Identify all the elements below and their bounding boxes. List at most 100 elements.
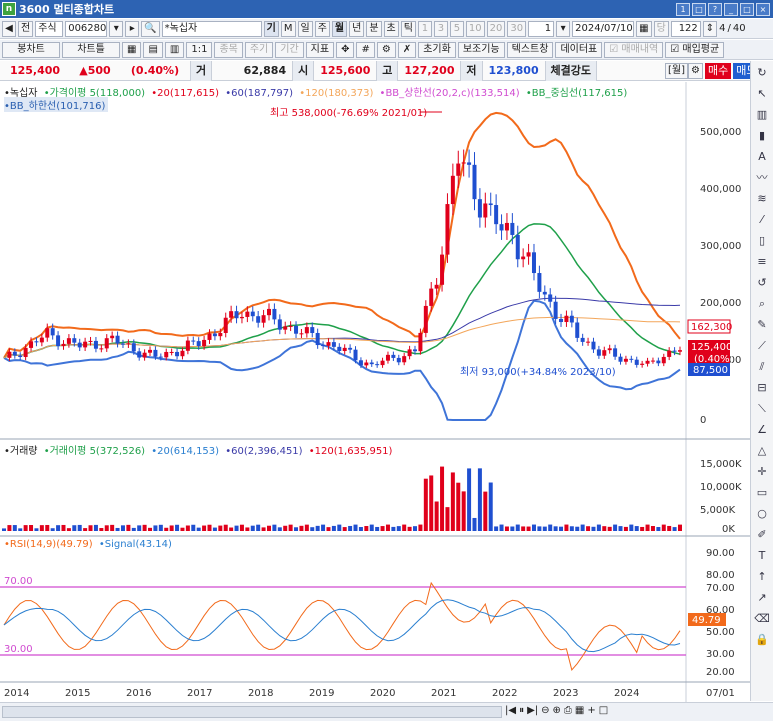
zoom-icon[interactable]: ⌕ bbox=[753, 294, 772, 313]
minimize-button[interactable]: _ bbox=[724, 2, 738, 16]
maximize-chart-icon[interactable]: □ bbox=[599, 705, 608, 716]
rotate-icon[interactable]: ↺ bbox=[753, 273, 772, 292]
interval-dropdown-icon[interactable]: ▾ bbox=[556, 20, 571, 37]
spin-icon[interactable]: ⇕ bbox=[702, 20, 718, 37]
prev-icon[interactable]: ◀ bbox=[2, 20, 16, 37]
next-page-icon[interactable]: ▶| bbox=[527, 705, 538, 716]
interval-1[interactable]: 1 bbox=[417, 20, 432, 37]
horizontal-line-icon[interactable]: ≡ bbox=[753, 252, 772, 271]
chart-area[interactable]: 500,000 400,000 300,000 200,000 100,000 … bbox=[0, 82, 750, 702]
range-button[interactable]: 기간 bbox=[275, 41, 304, 58]
line-icon[interactable]: ⁄ bbox=[753, 210, 772, 229]
interval-10[interactable]: 10 bbox=[465, 20, 485, 37]
period-week[interactable]: 주 bbox=[314, 20, 330, 37]
trend-icon[interactable]: 〰 bbox=[753, 168, 772, 187]
add-icon[interactable]: + bbox=[587, 705, 595, 716]
tab-all[interactable]: 전 bbox=[18, 20, 34, 37]
channel-icon[interactable]: ⫽ bbox=[753, 357, 772, 376]
rectangle-icon[interactable]: ▭ bbox=[753, 483, 772, 502]
refresh-icon[interactable]: ↻ bbox=[753, 63, 772, 82]
split-icon[interactable]: ▥ bbox=[164, 41, 185, 58]
period-minute[interactable]: 분 bbox=[366, 20, 382, 37]
table-icon[interactable]: ▤ bbox=[143, 41, 163, 58]
period-day[interactable]: 일 bbox=[297, 20, 313, 37]
buy-button[interactable]: 매수 bbox=[704, 62, 732, 79]
calendar-icon[interactable]: ▦ bbox=[636, 20, 652, 37]
first-page-icon[interactable]: |◀ bbox=[505, 705, 516, 716]
interval-20[interactable]: 20 bbox=[486, 20, 506, 37]
bar-chart-icon[interactable]: ▥ bbox=[753, 105, 772, 124]
text-window-button[interactable]: 텍스트창 bbox=[506, 41, 554, 58]
indicator-button[interactable]: 지표 bbox=[305, 41, 335, 58]
eraser-icon[interactable]: ⌫ bbox=[753, 609, 772, 628]
grid-icon[interactable]: ▦ bbox=[122, 41, 142, 58]
interval-input[interactable]: 1 bbox=[528, 20, 555, 37]
pause-icon[interactable]: ⏸ bbox=[519, 705, 524, 716]
one-to-one-icon[interactable]: 1:1 bbox=[186, 41, 213, 58]
horizontal-scrollbar[interactable] bbox=[2, 706, 502, 718]
help-icon[interactable]: ? bbox=[708, 2, 722, 16]
arrow-up-icon[interactable]: ↑ bbox=[753, 567, 772, 586]
period-year[interactable]: 년 bbox=[349, 20, 365, 37]
fibo-icon[interactable]: ⊟ bbox=[753, 378, 772, 397]
cursor-icon[interactable]: ↖ bbox=[753, 84, 772, 103]
angle-icon[interactable]: ∠ bbox=[753, 420, 772, 439]
market-select[interactable]: 주식 bbox=[35, 20, 64, 37]
interval-30[interactable]: 30 bbox=[507, 20, 527, 37]
name-field[interactable]: *녹십자 bbox=[161, 20, 262, 37]
item-button[interactable]: 종목 bbox=[214, 41, 243, 58]
date-input[interactable]: 2024/07/10 bbox=[572, 20, 635, 37]
triangle-icon[interactable]: △ bbox=[753, 441, 772, 460]
period-indicator[interactable]: [월] bbox=[664, 62, 688, 79]
code-input[interactable]: 006280 bbox=[65, 20, 108, 37]
interval-5[interactable]: 5 bbox=[449, 20, 464, 37]
fan-icon[interactable]: ⟋ bbox=[753, 336, 772, 355]
link-icon[interactable]: 1 bbox=[676, 2, 690, 16]
maximize-button[interactable]: □ bbox=[740, 2, 754, 16]
text-icon[interactable]: T bbox=[753, 546, 772, 565]
close-button[interactable]: × bbox=[756, 2, 770, 16]
cycle-button[interactable]: 주기 bbox=[244, 41, 274, 58]
search-icon[interactable]: 🔍 bbox=[141, 20, 160, 37]
arrow-diag-icon[interactable]: ↗ bbox=[753, 588, 772, 607]
today-button[interactable]: 당 bbox=[653, 20, 669, 37]
next-icon[interactable]: ▸ bbox=[125, 20, 140, 37]
lock-icon[interactable]: 🔒 bbox=[753, 630, 772, 649]
interval-3[interactable]: 3 bbox=[433, 20, 448, 37]
period-month[interactable]: 월 bbox=[331, 20, 348, 37]
candle-icon[interactable]: ▮ bbox=[753, 126, 772, 145]
pen-icon[interactable]: ✐ bbox=[753, 525, 772, 544]
diagonal-icon[interactable]: ⟍ bbox=[753, 399, 772, 418]
trade-history-checkbox[interactable]: ☑ 매매내역 bbox=[604, 41, 664, 58]
circle-icon[interactable]: ○ bbox=[753, 504, 772, 523]
btn-m[interactable]: M bbox=[280, 20, 296, 37]
count-input[interactable]: 122 bbox=[670, 20, 701, 37]
dropdown-icon[interactable]: ▾ bbox=[109, 20, 124, 37]
crosshair-icon[interactable]: # bbox=[356, 41, 375, 58]
spectrum-icon[interactable]: ▯ bbox=[753, 231, 772, 250]
print-icon[interactable]: ⎙ bbox=[564, 705, 572, 716]
candle-chart-button[interactable]: 봉차트 bbox=[2, 41, 60, 58]
candle-body bbox=[569, 315, 574, 323]
zoom-in-icon[interactable]: ⊕ bbox=[553, 705, 561, 716]
aux-function-button[interactable]: 보조기능 bbox=[457, 41, 505, 58]
delete-icon[interactable]: ✗ bbox=[397, 41, 417, 58]
data-table-button[interactable]: 데이터표 bbox=[555, 41, 603, 58]
chart-frame-button[interactable]: 차트틀 bbox=[62, 41, 120, 58]
period-tick[interactable]: 틱 bbox=[400, 20, 416, 37]
btn-gi[interactable]: 기 bbox=[263, 20, 279, 37]
cross-icon[interactable]: ✛ bbox=[753, 462, 772, 481]
chart-canvas[interactable]: 500,000 400,000 300,000 200,000 100,000 … bbox=[0, 82, 750, 702]
period-second[interactable]: 초 bbox=[383, 20, 399, 37]
pricebar-settings-icon[interactable]: ⚙ bbox=[688, 62, 703, 79]
settings-icon[interactable]: ⚙ bbox=[376, 41, 396, 58]
grid-view-icon[interactable]: ▦ bbox=[575, 705, 584, 716]
pin-icon[interactable]: □ bbox=[692, 2, 706, 16]
avg-buy-checkbox[interactable]: ☑ 매입평균 bbox=[665, 41, 725, 58]
zoom-out-icon[interactable]: ⊖ bbox=[541, 705, 549, 716]
auto-icon[interactable]: A bbox=[753, 147, 772, 166]
move-icon[interactable]: ✥ bbox=[336, 41, 355, 58]
reset-button[interactable]: 초기화 bbox=[418, 41, 456, 58]
compare-icon[interactable]: ≋ bbox=[753, 189, 772, 208]
pencil-icon[interactable]: ✎ bbox=[753, 315, 772, 334]
